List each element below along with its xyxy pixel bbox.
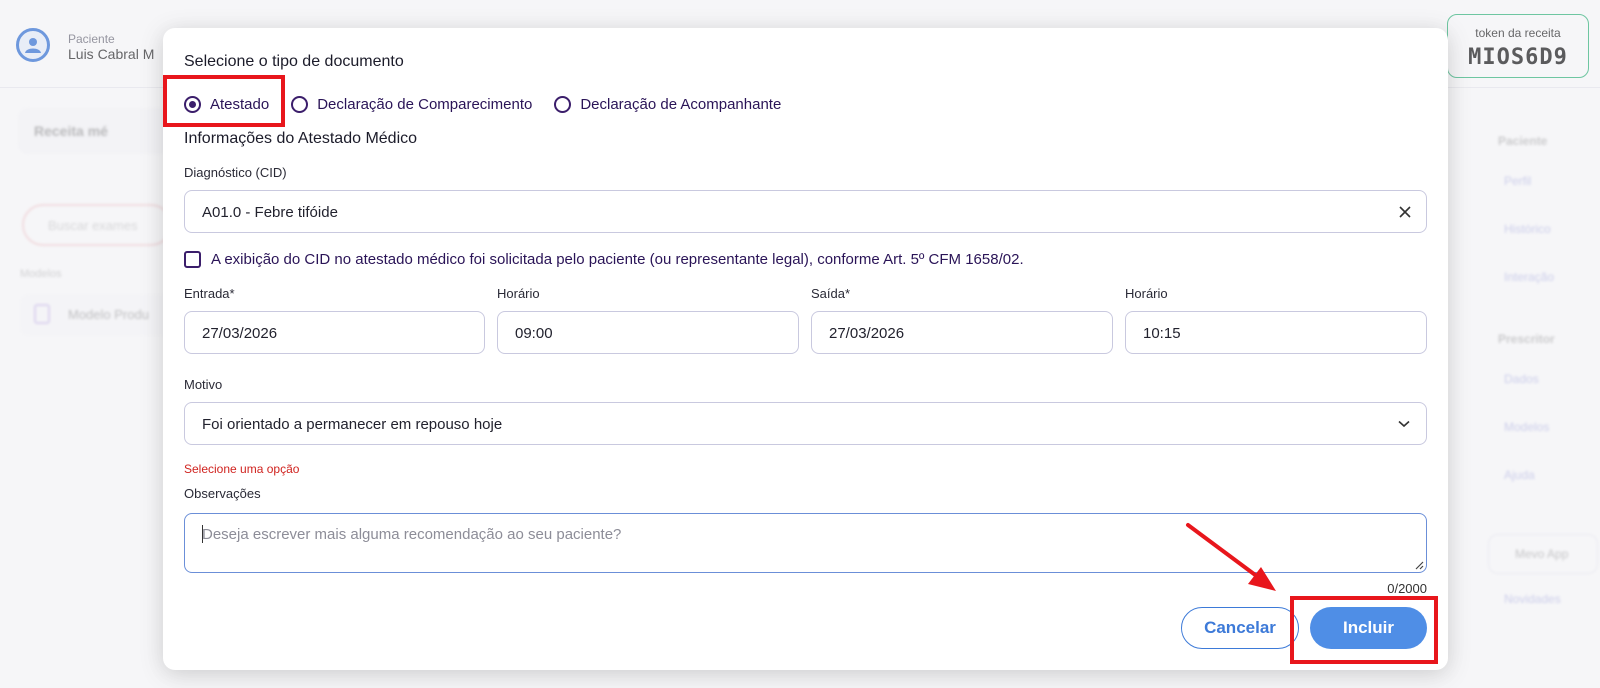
annotation-arrow-icon	[1186, 523, 1276, 591]
